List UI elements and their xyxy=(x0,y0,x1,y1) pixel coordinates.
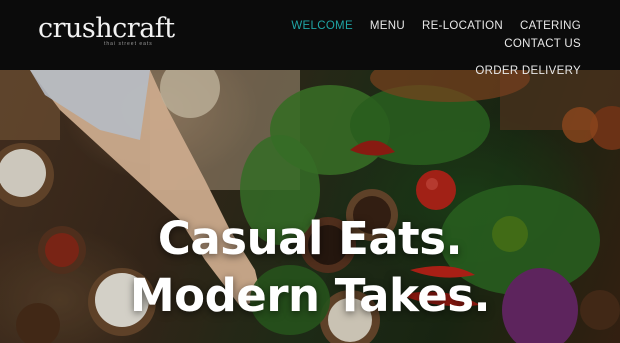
hero-headline: Casual Eats. Modern Takes. xyxy=(0,210,620,324)
hero-banner: Casual Eats. Modern Takes. xyxy=(0,70,620,343)
nav-menu[interactable]: MENU xyxy=(370,19,405,33)
brand-logo[interactable]: crushcraft xyxy=(38,14,175,44)
nav-welcome[interactable]: WELCOME xyxy=(291,19,353,33)
hero-line-1: Casual Eats. xyxy=(157,212,463,265)
page: crushcraft thai street eats WELCOME MENU R… xyxy=(0,0,620,343)
nav-catering[interactable]: CATERING xyxy=(520,19,581,33)
main-nav: WELCOME MENU RE-LOCATION CATERING CONTACT US… xyxy=(201,16,581,79)
nav-contact-us[interactable]: CONTACT US xyxy=(504,37,581,51)
brand-tagline: thai street eats xyxy=(104,41,153,47)
nav-order-delivery[interactable]: ORDER DELIVERY xyxy=(475,64,581,78)
hero-line-2: Modern Takes. xyxy=(129,269,491,322)
nav-re-location[interactable]: RE-LOCATION xyxy=(422,19,503,33)
site-header: crushcraft thai street eats WELCOME MENU R… xyxy=(0,0,620,77)
